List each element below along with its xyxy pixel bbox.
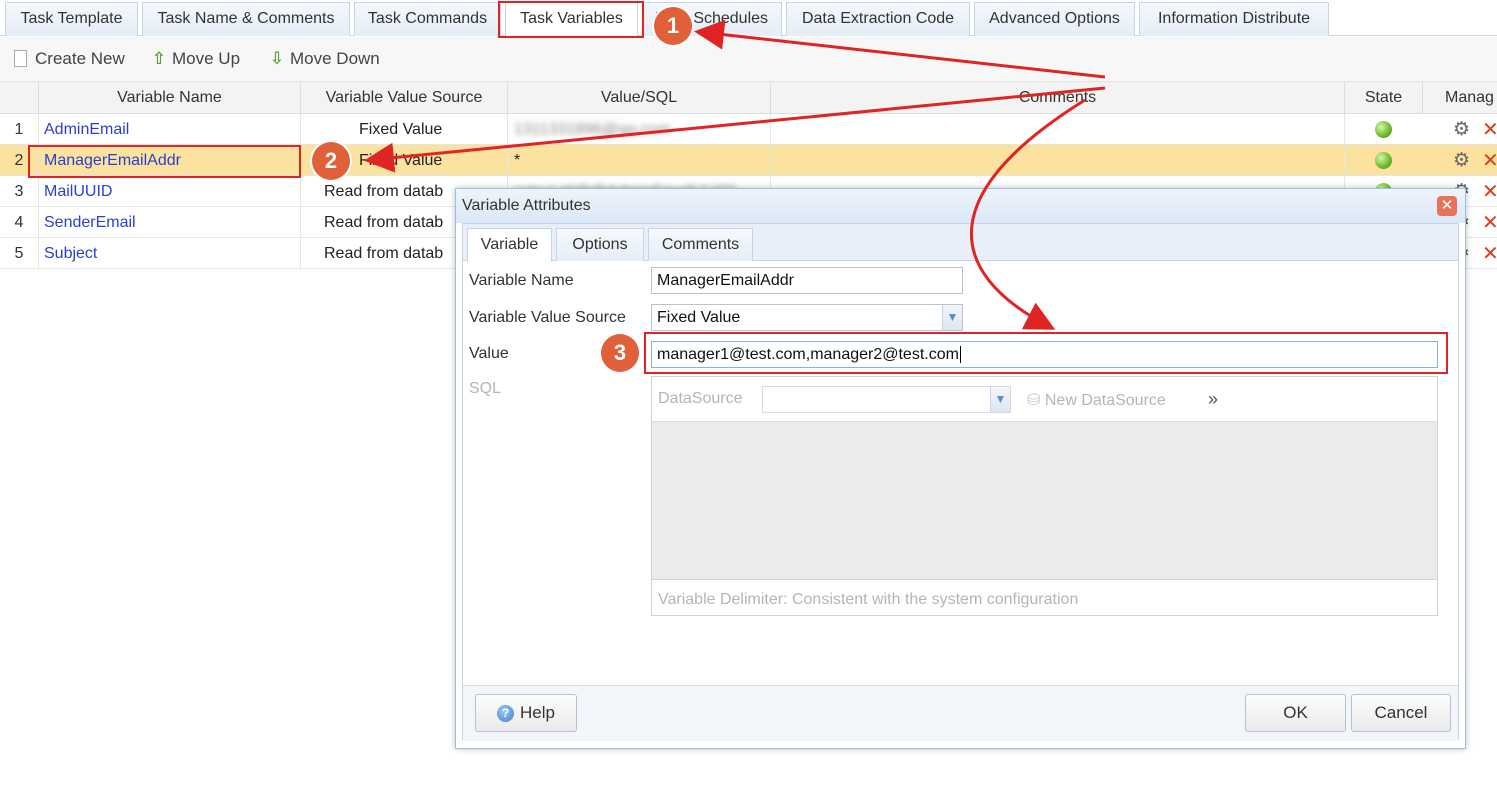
tab-data-extraction-code[interactable]: Data Extraction Code bbox=[786, 2, 970, 36]
annotation-box-manager-email bbox=[28, 145, 301, 178]
variable-name-link[interactable]: AdminEmail bbox=[39, 114, 301, 145]
value-label: Value bbox=[469, 345, 509, 362]
create-new-button[interactable]: Create New bbox=[14, 48, 125, 70]
gear-icon[interactable]: ⚙ bbox=[1453, 149, 1470, 172]
help-icon: ? bbox=[497, 705, 515, 722]
comments-cell bbox=[771, 114, 1345, 145]
row-number: 1 bbox=[0, 114, 39, 145]
delete-icon[interactable]: ✕ bbox=[1482, 241, 1497, 266]
move-up-button[interactable]: ⇧ Move Up bbox=[150, 48, 240, 70]
close-icon[interactable]: ✕ bbox=[1437, 196, 1457, 216]
variable-name-label: Variable Name bbox=[469, 272, 574, 289]
variable-value-source-select[interactable]: Fixed Value ▼ bbox=[651, 304, 963, 331]
delete-icon[interactable]: ✕ bbox=[1482, 210, 1497, 235]
variable-name-link[interactable]: SenderEmail bbox=[39, 207, 301, 238]
arrow-up-icon: ⇧ bbox=[151, 49, 167, 68]
step-badge: 2 bbox=[312, 142, 350, 180]
cancel-button[interactable]: Cancel bbox=[1351, 694, 1451, 732]
step-badge: 1 bbox=[654, 7, 692, 45]
comments-cell bbox=[771, 145, 1345, 176]
value-sql-cell: 1311331896@qq.com bbox=[508, 114, 771, 145]
variable-name-input[interactable]: ManagerEmailAddr bbox=[651, 267, 963, 294]
grid-header: Variable Name Variable Value Source Valu… bbox=[0, 82, 1497, 114]
sql-panel: DataSource ▼ ⛁ New DataSource » Variable… bbox=[651, 376, 1438, 616]
value-source-cell: Fixed Value bbox=[301, 114, 508, 145]
new-datasource-button[interactable]: ⛁ New DataSource bbox=[1027, 390, 1166, 410]
database-icon: ⛁ bbox=[1027, 392, 1041, 409]
dialog-tab-variable[interactable]: Variable bbox=[467, 228, 552, 262]
datasource-label: DataSource bbox=[658, 390, 743, 407]
sql-label: SQL bbox=[469, 380, 502, 397]
tab-task-name-comments[interactable]: Task Name & Comments bbox=[142, 2, 350, 36]
table-row[interactable]: 1 AdminEmail Fixed Value 1311331896@qq.c… bbox=[0, 114, 1497, 145]
sql-toolbar: DataSource ▼ ⛁ New DataSource » bbox=[652, 377, 1437, 422]
header-variable-name[interactable]: Variable Name bbox=[39, 82, 301, 114]
state-active-icon bbox=[1375, 152, 1392, 169]
row-number: 5 bbox=[0, 238, 39, 269]
header-comments[interactable]: Comments bbox=[771, 82, 1345, 114]
gear-icon[interactable]: ⚙ bbox=[1453, 118, 1470, 141]
state-active-icon bbox=[1375, 121, 1392, 138]
delete-icon[interactable]: ✕ bbox=[1482, 179, 1497, 204]
variable-name-link[interactable]: MailUUID bbox=[39, 176, 301, 207]
dialog-title[interactable]: Variable Attributes bbox=[456, 189, 1465, 223]
chevron-down-icon[interactable]: ▼ bbox=[990, 387, 1010, 412]
delete-icon[interactable]: ✕ bbox=[1482, 117, 1497, 142]
delete-icon[interactable]: ✕ bbox=[1482, 148, 1497, 173]
ok-button[interactable]: OK bbox=[1245, 694, 1346, 732]
header-state[interactable]: State bbox=[1345, 82, 1423, 114]
variable-attributes-dialog: Variable Attributes ✕ Variable Options C… bbox=[455, 188, 1466, 749]
chevron-down-icon[interactable]: ▼ bbox=[942, 305, 962, 330]
value-sql-cell: * bbox=[508, 145, 771, 176]
dialog-body: Variable Options Comments Variable Name … bbox=[462, 223, 1459, 741]
header-value-sql[interactable]: Value/SQL bbox=[508, 82, 771, 114]
header-manage[interactable]: Manag bbox=[1423, 82, 1497, 114]
tab-task-commands[interactable]: Task Commands bbox=[354, 2, 501, 36]
help-button[interactable]: ? Help bbox=[475, 694, 577, 732]
move-down-button[interactable]: ⇩ Move Down bbox=[268, 48, 380, 70]
tab-information-distribute[interactable]: Information Distribute bbox=[1139, 2, 1329, 36]
task-tabbar: Task Template Task Name & Comments Task … bbox=[0, 0, 1497, 37]
datasource-select[interactable]: ▼ bbox=[762, 386, 1011, 413]
step-badge: 3 bbox=[601, 334, 639, 372]
new-document-icon bbox=[14, 50, 27, 67]
dialog-tab-options[interactable]: Options bbox=[556, 228, 644, 261]
double-chevron-right-icon[interactable]: » bbox=[1208, 389, 1218, 410]
variable-name-link[interactable]: Subject bbox=[39, 238, 301, 269]
arrow-down-icon: ⇩ bbox=[269, 49, 285, 68]
annotation-box-value bbox=[644, 332, 1448, 374]
header-row-number bbox=[0, 82, 39, 114]
dialog-tab-comments[interactable]: Comments bbox=[648, 228, 753, 261]
sql-editor[interactable] bbox=[652, 422, 1437, 580]
header-variable-value-source[interactable]: Variable Value Source bbox=[301, 82, 508, 114]
tab-advanced-options[interactable]: Advanced Options bbox=[974, 2, 1135, 36]
tab-task-template[interactable]: Task Template bbox=[5, 2, 138, 36]
dialog-tabbar: Variable Options Comments bbox=[463, 224, 1458, 262]
row-number: 3 bbox=[0, 176, 39, 207]
annotation-box-task-variables bbox=[498, 1, 644, 38]
dialog-footer: ? Help OK Cancel bbox=[463, 685, 1458, 741]
variable-value-source-label: Variable Value Source bbox=[469, 309, 626, 326]
row-number: 4 bbox=[0, 207, 39, 238]
toolbar: Create New ⇧ Move Up ⇩ Move Down bbox=[0, 37, 1497, 82]
variable-delimiter-note: Variable Delimiter: Consistent with the … bbox=[658, 591, 1079, 608]
